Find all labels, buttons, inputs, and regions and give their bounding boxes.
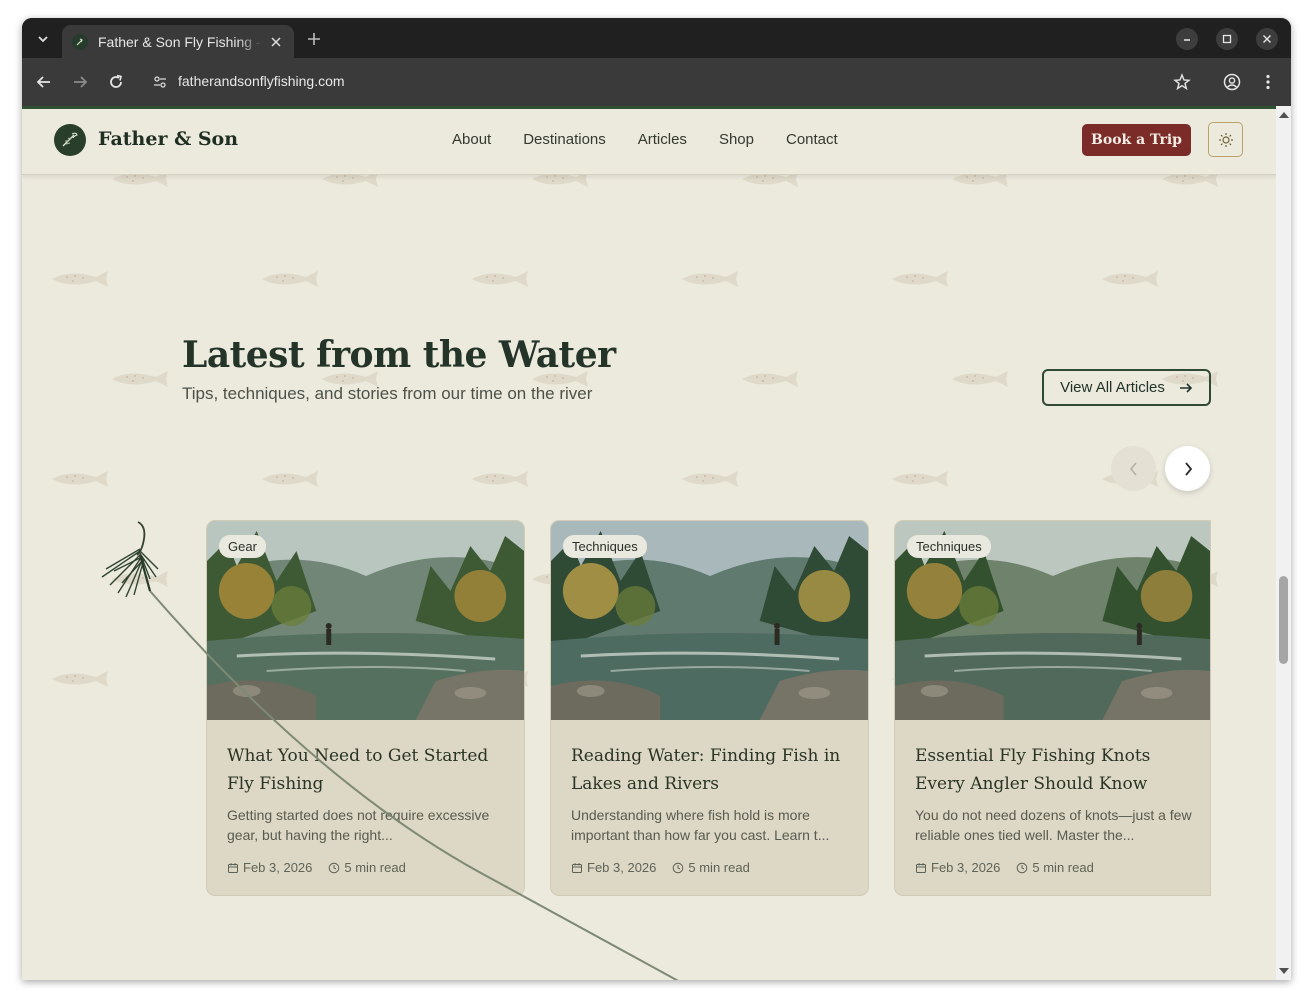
- browser-window: Father & Son Fly Fishing - fatherandsonf…: [22, 18, 1291, 980]
- fish-pattern-shape: [682, 271, 738, 287]
- logo-fly-icon[interactable]: [54, 124, 86, 156]
- main-nav: About Destinations Articles Shop Contact: [452, 131, 870, 148]
- card-title: What You Need to Get Started Fly Fishing: [227, 746, 489, 794]
- new-tab-plus-icon[interactable]: [304, 29, 324, 49]
- fish-pattern-shape: [262, 271, 318, 287]
- fish-pattern-shape: [52, 471, 108, 487]
- card-excerpt: Understanding where fish hold is more im…: [571, 807, 830, 843]
- back-arrow-icon[interactable]: [32, 70, 56, 94]
- fish-pattern-shape: [742, 371, 798, 387]
- card-tag: Techniques: [907, 535, 991, 558]
- page-scrollbar[interactable]: [1276, 106, 1291, 980]
- close-window-icon[interactable]: [1256, 28, 1278, 50]
- fish-pattern-shape: [682, 471, 738, 487]
- close-tab-icon[interactable]: [268, 34, 284, 50]
- site-info-icon[interactable]: [150, 72, 170, 92]
- card-date: Feb 3, 2026: [243, 860, 313, 875]
- card-excerpt: Getting started does not require excessi…: [227, 807, 490, 843]
- card-excerpt: You do not need dozens of knots—just a f…: [915, 807, 1192, 843]
- angler-figure: [1136, 629, 1142, 645]
- fish-pattern-shape: [472, 471, 528, 487]
- fish-pattern-shape: [892, 471, 948, 487]
- site-header: Father & Son About Destinations Articles…: [22, 109, 1276, 175]
- nav-shop[interactable]: Shop: [719, 131, 754, 148]
- url-text: fatherandsonflyfishing.com: [178, 73, 345, 89]
- card-date: Feb 3, 2026: [931, 860, 1001, 875]
- maximize-icon[interactable]: [1216, 28, 1238, 50]
- nav-contact[interactable]: Contact: [786, 131, 838, 148]
- angler-figure: [774, 629, 780, 645]
- card-title: Essential Fly Fishing Knots Every Angler…: [915, 746, 1151, 794]
- more-menu-icon[interactable]: [1256, 70, 1280, 94]
- angler-figure: [326, 629, 332, 645]
- browser-toolbar: fatherandsonflyfishing.com: [22, 58, 1291, 106]
- sun-icon: [1218, 132, 1233, 147]
- clock-icon: [1016, 862, 1028, 874]
- fish-pattern-shape: [52, 671, 108, 687]
- scrollbar-thumb[interactable]: [1279, 576, 1288, 664]
- fish-pattern-shape: [112, 371, 168, 387]
- article-card[interactable]: Gear What You Need to Get Started Fly Fi…: [206, 520, 525, 896]
- calendar-icon: [227, 862, 239, 874]
- carousel-prev-button[interactable]: [1111, 446, 1156, 491]
- nav-articles[interactable]: Articles: [638, 131, 687, 148]
- clock-icon: [672, 862, 684, 874]
- chevron-left-icon: [1129, 461, 1137, 476]
- reload-icon[interactable]: [104, 70, 128, 94]
- section-title: Latest from the Water: [182, 334, 616, 376]
- theme-toggle-button[interactable]: [1208, 122, 1243, 157]
- forward-arrow-icon[interactable]: [68, 70, 92, 94]
- logo-text[interactable]: Father & Son: [98, 128, 238, 150]
- tab-active[interactable]: Father & Son Fly Fishing -: [62, 25, 294, 58]
- card-tag: Gear: [219, 535, 266, 558]
- calendar-icon: [915, 862, 927, 874]
- clock-icon: [328, 862, 340, 874]
- article-card[interactable]: Techniques Reading Water: Finding Fish i…: [550, 520, 869, 896]
- card-read-time: 5 min read: [1032, 860, 1094, 875]
- page-viewport: Father & Son About Destinations Articles…: [22, 106, 1276, 980]
- nav-destinations[interactable]: Destinations: [523, 131, 606, 148]
- arrow-right-icon: [1179, 382, 1193, 393]
- bookmark-star-icon[interactable]: [1170, 70, 1194, 94]
- tab-title: Father & Son Fly Fishing -: [98, 33, 261, 50]
- tab-strip: Father & Son Fly Fishing -: [22, 18, 1291, 58]
- card-tag: Techniques: [563, 535, 647, 558]
- fish-pattern-shape: [1102, 271, 1158, 287]
- scroll-down-arrow-icon[interactable]: [1279, 968, 1289, 974]
- card-meta: Feb 3, 2026 5 min read: [571, 860, 766, 875]
- tab-search-chevron-icon[interactable]: [32, 28, 54, 50]
- favicon-icon: [72, 33, 88, 50]
- fish-pattern-shape: [892, 271, 948, 287]
- calendar-icon: [571, 862, 583, 874]
- nav-about[interactable]: About: [452, 131, 491, 148]
- view-all-articles-button[interactable]: View All Articles: [1042, 369, 1211, 406]
- card-read-time: 5 min read: [688, 860, 750, 875]
- profile-avatar-icon[interactable]: [1220, 70, 1244, 94]
- card-meta: Feb 3, 2026 5 min read: [227, 860, 422, 875]
- fish-pattern-shape: [112, 571, 168, 587]
- card-date: Feb 3, 2026: [587, 860, 657, 875]
- chevron-right-icon: [1184, 461, 1192, 476]
- view-all-label: View All Articles: [1060, 379, 1165, 396]
- scroll-up-arrow-icon[interactable]: [1279, 112, 1289, 118]
- fish-pattern-shape: [472, 271, 528, 287]
- minimize-icon[interactable]: [1176, 28, 1198, 50]
- book-trip-button[interactable]: Book a Trip: [1082, 124, 1191, 156]
- carousel-next-button[interactable]: [1165, 446, 1210, 491]
- section-subtitle: Tips, techniques, and stories from our t…: [182, 384, 593, 403]
- card-meta: Feb 3, 2026 5 min read: [915, 860, 1110, 875]
- article-card[interactable]: Techniques Essential Fly Fishing Knots E…: [894, 520, 1211, 896]
- card-read-time: 5 min read: [344, 860, 406, 875]
- fish-pattern-shape: [262, 471, 318, 487]
- fish-pattern-shape: [952, 371, 1008, 387]
- address-bar[interactable]: fatherandsonflyfishing.com: [140, 64, 1200, 100]
- fish-pattern-shape: [52, 271, 108, 287]
- card-title: Reading Water: Finding Fish in Lakes and…: [571, 746, 841, 794]
